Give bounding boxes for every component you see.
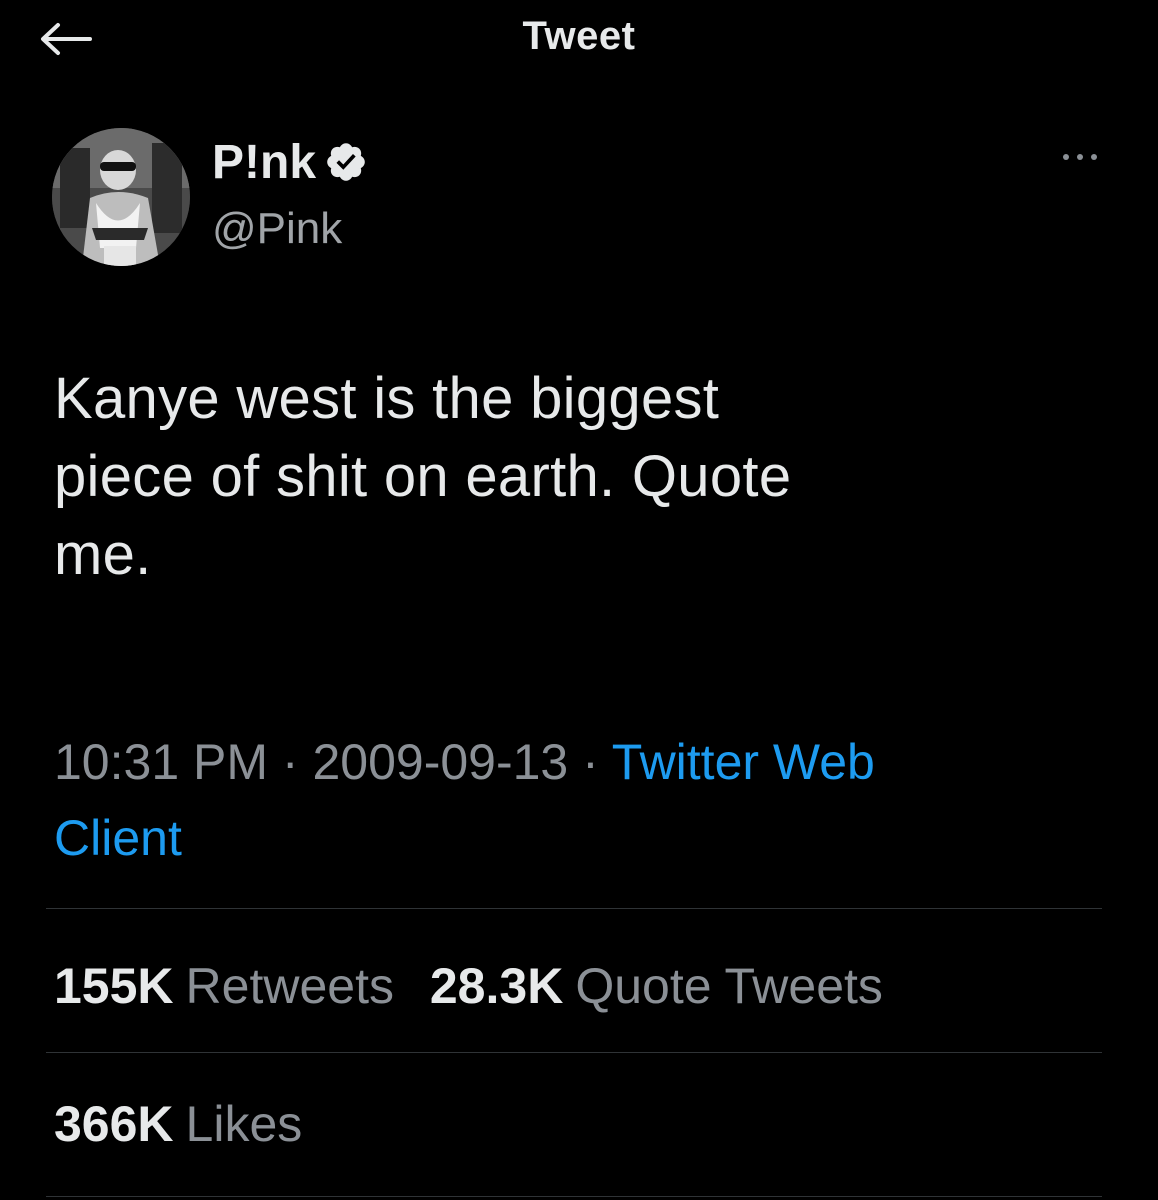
avatar-photo	[52, 128, 190, 266]
avatar[interactable]	[52, 128, 190, 266]
tweet-date[interactable]: 2009-09-13	[312, 734, 568, 790]
divider	[46, 1052, 1102, 1053]
engagement-stats-row: 155K Retweets 28.3K Quote Tweets	[54, 956, 905, 1016]
meta-separator: ·	[582, 734, 612, 790]
tweet-metadata: 10:31 PM · 2009-09-13 · Twitter Web Clie…	[54, 724, 1114, 876]
quote-tweets-stat[interactable]: 28.3K Quote Tweets	[430, 956, 883, 1016]
author-names: P!nk @Pink	[212, 134, 368, 254]
retweets-label: Retweets	[185, 958, 394, 1014]
display-name[interactable]: P!nk	[212, 135, 316, 190]
retweets-count: 155K	[54, 958, 174, 1014]
meta-line: 10:31 PM · 2009-09-13 · Twitter Web	[54, 724, 1114, 800]
meta-line: Client	[54, 800, 1114, 876]
likes-stat[interactable]: 366K Likes	[54, 1094, 302, 1154]
display-name-row: P!nk	[212, 134, 368, 190]
tweet-text: Kanye west is the biggest piece of shit …	[54, 360, 1094, 594]
page-title: Tweet	[522, 14, 636, 58]
tweet-text-line: piece of shit on earth. Quote	[54, 444, 792, 509]
quote-tweets-count: 28.3K	[429, 958, 564, 1014]
more-options-button[interactable]	[1054, 142, 1106, 172]
divider	[46, 1196, 1102, 1197]
tweet-source-link[interactable]: Twitter Web	[612, 734, 875, 790]
likes-label: Likes	[185, 1096, 303, 1152]
likes-count: 366K	[54, 1096, 174, 1152]
top-bar: Tweet	[0, 0, 1158, 80]
likes-stats-row: 366K Likes	[54, 1094, 324, 1154]
divider	[46, 908, 1102, 909]
tweet-text-line: Kanye west is the biggest	[54, 366, 720, 431]
tweet-source-link-continued[interactable]: Client	[54, 810, 182, 866]
author-header: P!nk @Pink	[52, 128, 1112, 268]
tweet-text-line: me.	[54, 522, 152, 587]
retweets-stat[interactable]: 155K Retweets	[54, 956, 394, 1016]
more-horizontal-icon	[1063, 154, 1097, 160]
tweet-time[interactable]: 10:31 PM	[54, 734, 268, 790]
author-handle[interactable]: @Pink	[212, 204, 368, 254]
verified-badge-icon	[327, 143, 365, 181]
meta-separator: ·	[281, 734, 313, 790]
quote-tweets-label: Quote Tweets	[575, 958, 883, 1014]
